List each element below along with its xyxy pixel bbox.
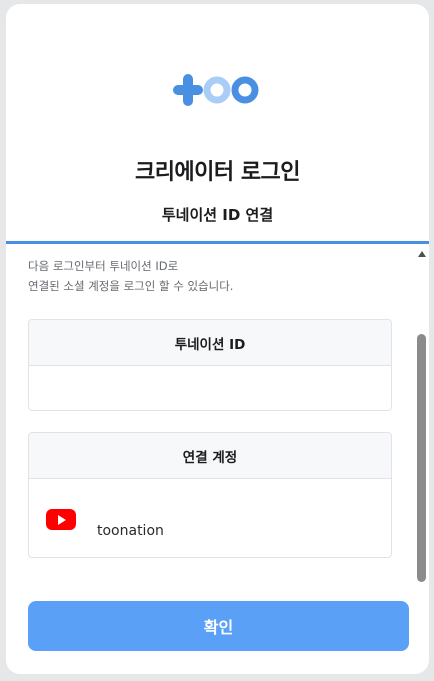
- description: 다음 로그인부터 투네이션 ID로 연결된 소셜 계정을 로그인 할 수 있습니…: [28, 256, 233, 296]
- linked-account-box: 연결 계정 toonation: [28, 432, 392, 558]
- youtube-icon: [46, 509, 76, 530]
- vertical-scrollbar[interactable]: [415, 244, 429, 586]
- content-scroll-area[interactable]: 다음 로그인부터 투네이션 ID로 연결된 소셜 계정을 로그인 할 수 있습니…: [6, 244, 429, 674]
- page-title: 크리에이터 로그인: [134, 160, 301, 185]
- toonation-id-box: 투네이션 ID: [28, 319, 392, 411]
- linked-account-name: toonation: [97, 523, 164, 539]
- scroll-up-arrow-icon[interactable]: [418, 251, 426, 257]
- login-card: 크리에이터 로그인 투네이션 ID 연결 다음 로그인부터 투네이션 ID로 연…: [6, 4, 429, 674]
- description-line-2: 연결된 소셜 계정을 로그인 할 수 있습니다.: [28, 279, 234, 293]
- description-line-1: 다음 로그인부터 투네이션 ID로: [28, 259, 179, 273]
- toonation-logo: [6, 70, 429, 110]
- toonation-id-header: 투네이션 ID: [29, 320, 391, 366]
- linked-account-header: 연결 계정: [29, 433, 391, 479]
- linked-account-row: toonation: [29, 479, 391, 557]
- page-subtitle: 투네이션 ID 연결: [161, 206, 274, 224]
- scrollbar-thumb[interactable]: [417, 334, 426, 582]
- confirm-button[interactable]: 확인: [28, 601, 409, 651]
- logo-icon: [172, 74, 258, 106]
